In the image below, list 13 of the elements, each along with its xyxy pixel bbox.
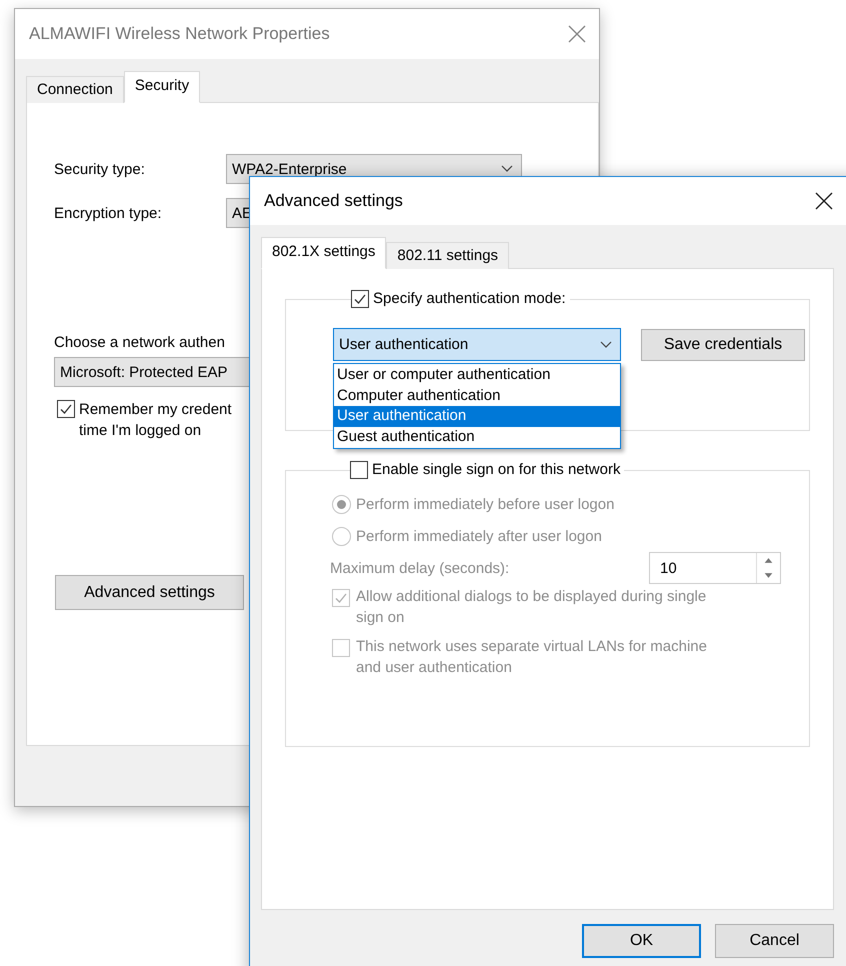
- field-label: Choose a network authen: [54, 334, 225, 351]
- window-title: ALMAWIFI Wireless Network Properties: [29, 24, 330, 44]
- field-label: Encryption type:: [54, 204, 163, 222]
- radio-label: Perform immediately after user logon: [356, 528, 602, 544]
- checkbox-label: Remember my credent time I'm logged on: [79, 400, 232, 441]
- checkbox-label: This network uses separate virtual LANs for machine and user authentication: [356, 637, 707, 678]
- checkbox-label: Allow additional dialogs to be displayed during single sign on: [356, 587, 706, 628]
- checkbox-label: Enable single sign on for this network: [372, 460, 620, 480]
- field-label: Security type:: [54, 160, 146, 178]
- radio-label: Perform immediately before user logon: [356, 496, 614, 512]
- checkbox-label: Specify authentication mode:: [373, 289, 566, 309]
- field-label: Maximum delay (seconds):: [330, 560, 510, 576]
- window-title: Advanced settings: [264, 191, 403, 211]
